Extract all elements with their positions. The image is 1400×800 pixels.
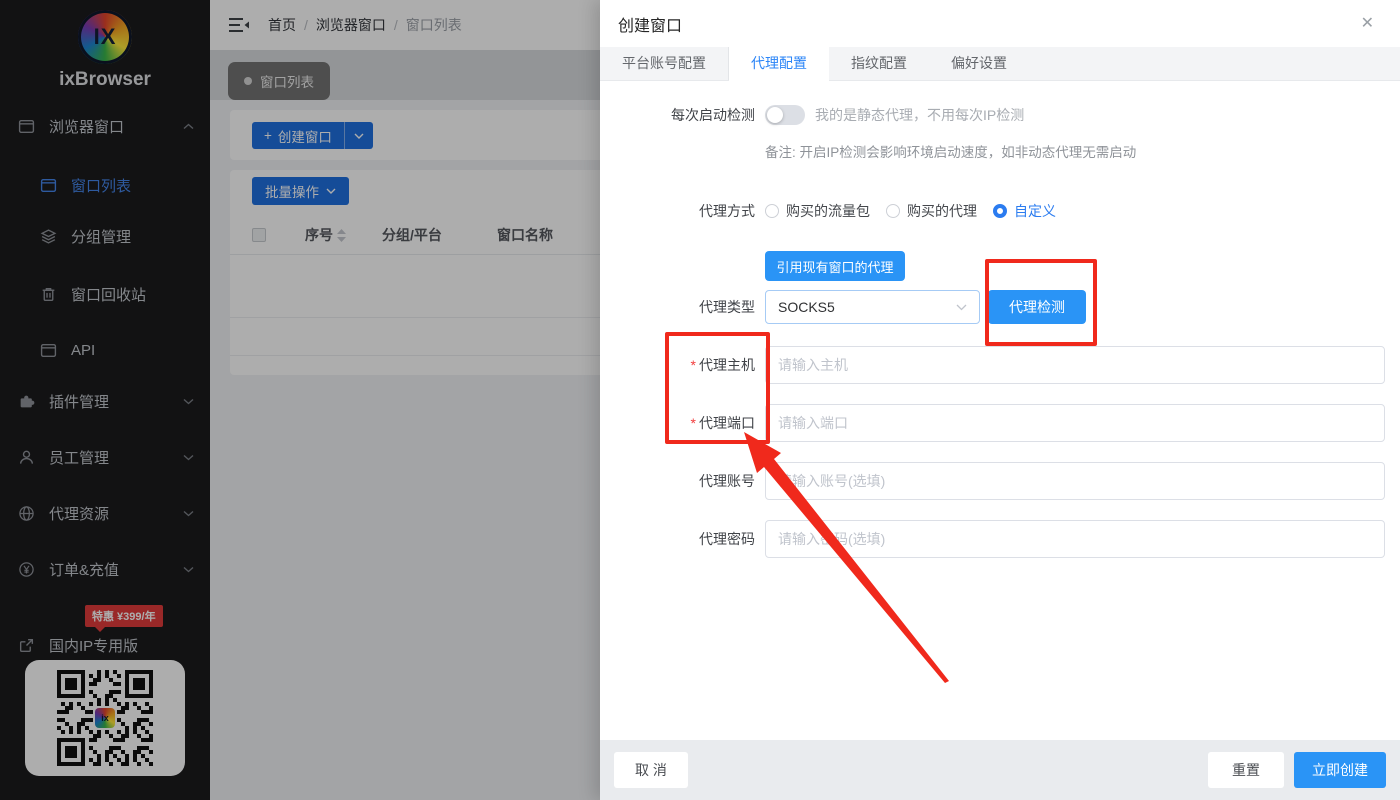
proxy-password-label: 代理密码 xyxy=(600,529,755,549)
drawer-tabs: 平台账号配置 代理配置 指纹配置 偏好设置 xyxy=(600,47,1400,81)
proxy-method-row: 代理方式 购买的流量包 购买的代理 自定义 xyxy=(600,201,1400,221)
proxy-port-label: *代理端口 xyxy=(600,413,755,433)
reference-existing-proxy-button[interactable]: 引用现有窗口的代理 xyxy=(765,251,905,281)
proxy-type-row: 代理类型 SOCKS5 代理检测 xyxy=(600,290,1400,324)
required-mark: * xyxy=(691,415,696,431)
toggle-knob xyxy=(767,107,783,123)
reset-button[interactable]: 重置 xyxy=(1208,752,1284,788)
proxy-type-value: SOCKS5 xyxy=(778,299,835,315)
proxy-port-input[interactable] xyxy=(765,404,1385,442)
create-now-button[interactable]: 立即创建 xyxy=(1294,752,1386,788)
drawer-body: 每次启动检测 我的是静态代理，不用每次IP检测 备注: 开启IP检测会影响环境启… xyxy=(600,105,1400,558)
proxy-host-row: *代理主机 xyxy=(600,346,1400,384)
tab-preference-settings[interactable]: 偏好设置 xyxy=(929,47,1029,80)
drawer-title: 创建窗口 xyxy=(618,12,682,36)
radio-custom[interactable]: 自定义 xyxy=(993,201,1056,221)
tab-platform-account-config[interactable]: 平台账号配置 xyxy=(600,47,729,80)
drawer-footer: 取 消 重置 立即创建 xyxy=(600,740,1400,800)
proxy-account-input[interactable] xyxy=(765,462,1385,500)
proxy-account-label: 代理账号 xyxy=(600,471,755,491)
chevron-down-icon xyxy=(956,304,967,311)
drawer-header: 创建窗口 ✕ xyxy=(600,0,1400,47)
radio-icon xyxy=(886,204,900,218)
proxy-check-button[interactable]: 代理检测 xyxy=(988,290,1086,324)
proxy-account-row: 代理账号 xyxy=(600,462,1400,500)
proxy-type-select[interactable]: SOCKS5 xyxy=(765,290,980,324)
app-root: IX ixBrowser 浏览器窗口 窗口列表 xyxy=(0,0,1400,800)
proxy-password-input[interactable] xyxy=(765,520,1385,558)
startup-check-toggle[interactable] xyxy=(765,105,805,125)
proxy-password-row: 代理密码 xyxy=(600,520,1400,558)
proxy-port-row: *代理端口 xyxy=(600,404,1400,442)
close-icon[interactable]: ✕ xyxy=(1361,16,1374,32)
reference-proxy-row: 引用现有窗口的代理 xyxy=(600,251,1400,281)
radio-purchased-proxy[interactable]: 购买的代理 xyxy=(886,201,977,221)
startup-check-note: 备注: 开启IP检测会影响环境启动速度，如非动态代理无需启动 xyxy=(765,141,1136,161)
radio-icon xyxy=(765,204,779,218)
startup-check-label: 每次启动检测 xyxy=(600,105,755,125)
cancel-button[interactable]: 取 消 xyxy=(614,752,688,788)
proxy-host-label: *代理主机 xyxy=(600,355,755,375)
tab-fingerprint-config[interactable]: 指纹配置 xyxy=(829,47,929,80)
proxy-type-label: 代理类型 xyxy=(600,297,755,317)
startup-check-row: 每次启动检测 我的是静态代理，不用每次IP检测 xyxy=(600,105,1400,125)
startup-note-row: 备注: 开启IP检测会影响环境启动速度，如非动态代理无需启动 xyxy=(600,141,1400,161)
tab-proxy-config[interactable]: 代理配置 xyxy=(729,47,829,81)
required-mark: * xyxy=(691,357,696,373)
radio-checked-icon xyxy=(993,204,1007,218)
proxy-method-label: 代理方式 xyxy=(600,201,755,221)
startup-check-hint: 我的是静态代理，不用每次IP检测 xyxy=(815,105,1024,125)
proxy-host-input[interactable] xyxy=(765,346,1385,384)
radio-purchased-traffic-package[interactable]: 购买的流量包 xyxy=(765,201,870,221)
create-window-drawer: 创建窗口 ✕ 平台账号配置 代理配置 指纹配置 偏好设置 每次启动检测 我的是静… xyxy=(600,0,1400,800)
